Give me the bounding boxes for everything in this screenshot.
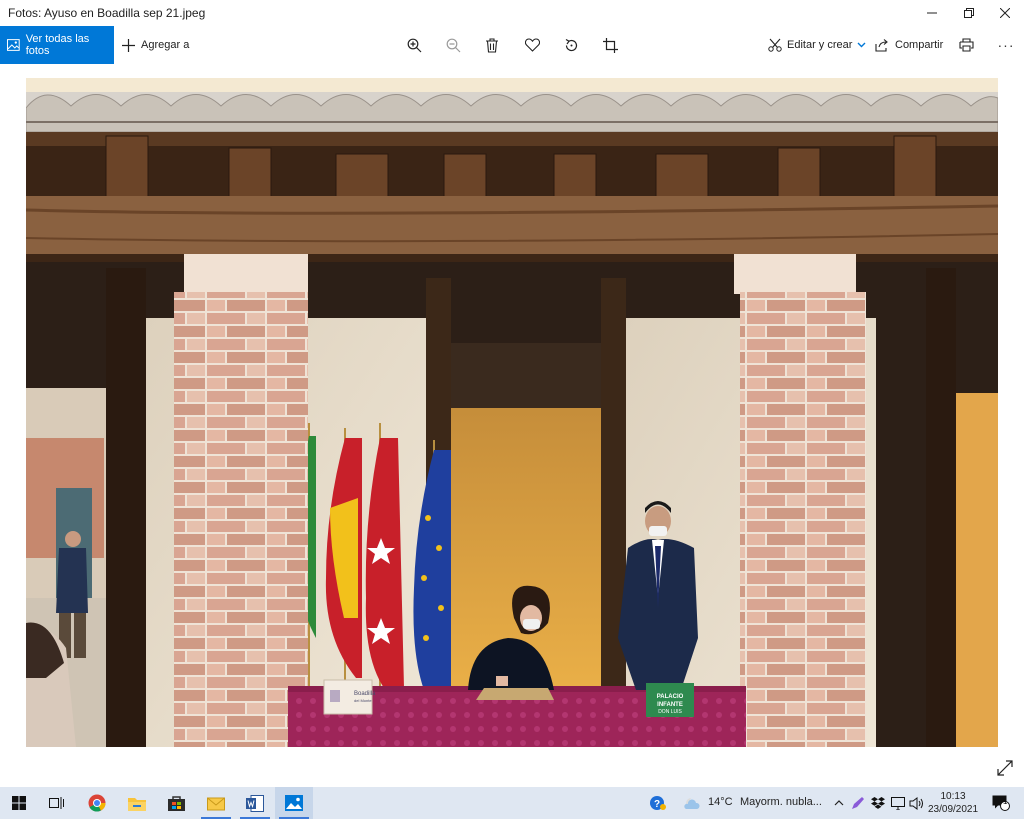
svg-text:del Monte: del Monte [354,698,372,703]
close-button[interactable] [986,0,1024,26]
close-icon [1000,8,1010,18]
notifications-button[interactable]: 1 [984,787,1018,819]
chevron-down-icon [857,42,866,48]
photo-content: Boadilla del Monte PALACIO INFANTE DON L… [26,78,998,747]
pen-tray-button[interactable] [848,787,868,819]
zoom-out-button[interactable] [443,35,463,55]
view-all-photos-button[interactable]: Ver todas las fotos [0,26,114,64]
windows-start-icon [12,796,26,810]
share-label: Compartir [895,39,944,51]
taskbar-chrome[interactable] [78,787,116,819]
print-icon [958,38,974,52]
clock-time: 10:13 [940,791,966,802]
full-screen-button[interactable] [995,758,1015,778]
weather-description[interactable]: Mayorm. nubla... [740,796,822,808]
taskbar-photos[interactable] [275,787,313,819]
notification-count: 1 [1003,797,1008,806]
window-title: Fotos: Ayuso en Boadilla sep 21.jpeg [8,6,206,20]
more-button[interactable]: ··· [995,35,1017,55]
taskbar-mail[interactable] [197,787,235,819]
file-explorer-icon [128,797,146,811]
start-button[interactable] [0,787,38,819]
share-icon [875,38,888,52]
svg-text:?: ? [654,799,660,810]
taskbar-word[interactable] [236,787,274,819]
more-icon: ··· [997,37,1015,53]
edit-create-label: Editar y crear [787,39,853,51]
chevron-up-icon [834,800,844,806]
share-button[interactable]: Compartir [875,26,943,64]
restore-icon [964,8,974,18]
view-all-label: Ver todas las fotos [25,33,90,57]
clock[interactable]: 10:13 23/09/2021 [928,790,978,816]
crop-button[interactable] [600,35,620,55]
crop-icon [602,37,618,53]
volume-tray-button[interactable] [906,787,926,819]
delete-icon [486,37,498,53]
volume-icon [909,796,923,810]
svg-text:PALACIO: PALACIO [657,694,684,700]
show-hidden-icons-button[interactable] [830,787,848,819]
svg-text:INFANTE: INFANTE [657,702,683,708]
rotate-button[interactable] [561,35,581,55]
sign-boadilla: Boadilla del Monte [323,679,376,715]
help-tray-button[interactable]: ? [640,787,676,819]
photos-app-icon [285,795,303,811]
minimize-icon [927,12,937,14]
restore-button[interactable] [950,0,988,26]
mail-icon [207,797,225,810]
photos-icon [7,39,20,51]
word-icon [246,794,264,812]
toolbar: Ver todas las fotos Agregar a Editar y c… [0,26,1024,64]
clock-date: 23/09/2021 [928,804,979,815]
network-icon [891,796,905,810]
taskbar-store[interactable] [157,787,195,819]
task-view-button[interactable] [38,787,76,819]
photo-viewer-image[interactable]: Boadilla del Monte PALACIO INFANTE DON L… [26,78,998,747]
favorite-button[interactable] [522,35,542,55]
heart-icon [524,38,540,52]
cloud-moon-icon [684,798,700,809]
store-icon [167,796,185,811]
add-to-label: Agregar a [141,39,190,51]
taskbar: ? 14°C Mayorm. nubla... 10:13 23/09/2021… [0,787,1024,819]
roof-tiles [26,92,998,133]
weather-temperature[interactable]: 14°C [708,796,733,808]
network-tray-button[interactable] [888,787,908,819]
chrome-icon [88,794,106,812]
expand-icon [997,760,1013,776]
dropbox-tray-button[interactable] [868,787,888,819]
svg-text:Boadilla: Boadilla [354,691,376,697]
dropbox-icon [871,796,885,809]
taskbar-file-explorer[interactable] [118,787,156,819]
sign-palacio: PALACIO INFANTE DON LUIS [646,683,694,717]
task-view-icon [49,797,64,809]
delete-button[interactable] [482,35,502,55]
edit-scissors-icon [768,38,782,52]
add-to-button[interactable]: Agregar a [122,26,189,64]
title-bar: Fotos: Ayuso en Boadilla sep 21.jpeg [0,0,1024,26]
rotate-icon [565,38,577,51]
help-icon: ? [650,796,666,810]
zoom-in-icon [407,38,421,52]
zoom-in-button[interactable] [404,35,424,55]
zoom-out-icon [446,38,460,52]
minimize-button[interactable] [913,0,951,26]
weather-button[interactable] [676,787,708,819]
edit-create-button[interactable]: Editar y crear [768,26,866,64]
plus-icon [122,38,135,52]
print-button[interactable] [956,35,976,55]
pen-icon [852,797,864,809]
svg-text:DON LUIS: DON LUIS [658,709,682,715]
